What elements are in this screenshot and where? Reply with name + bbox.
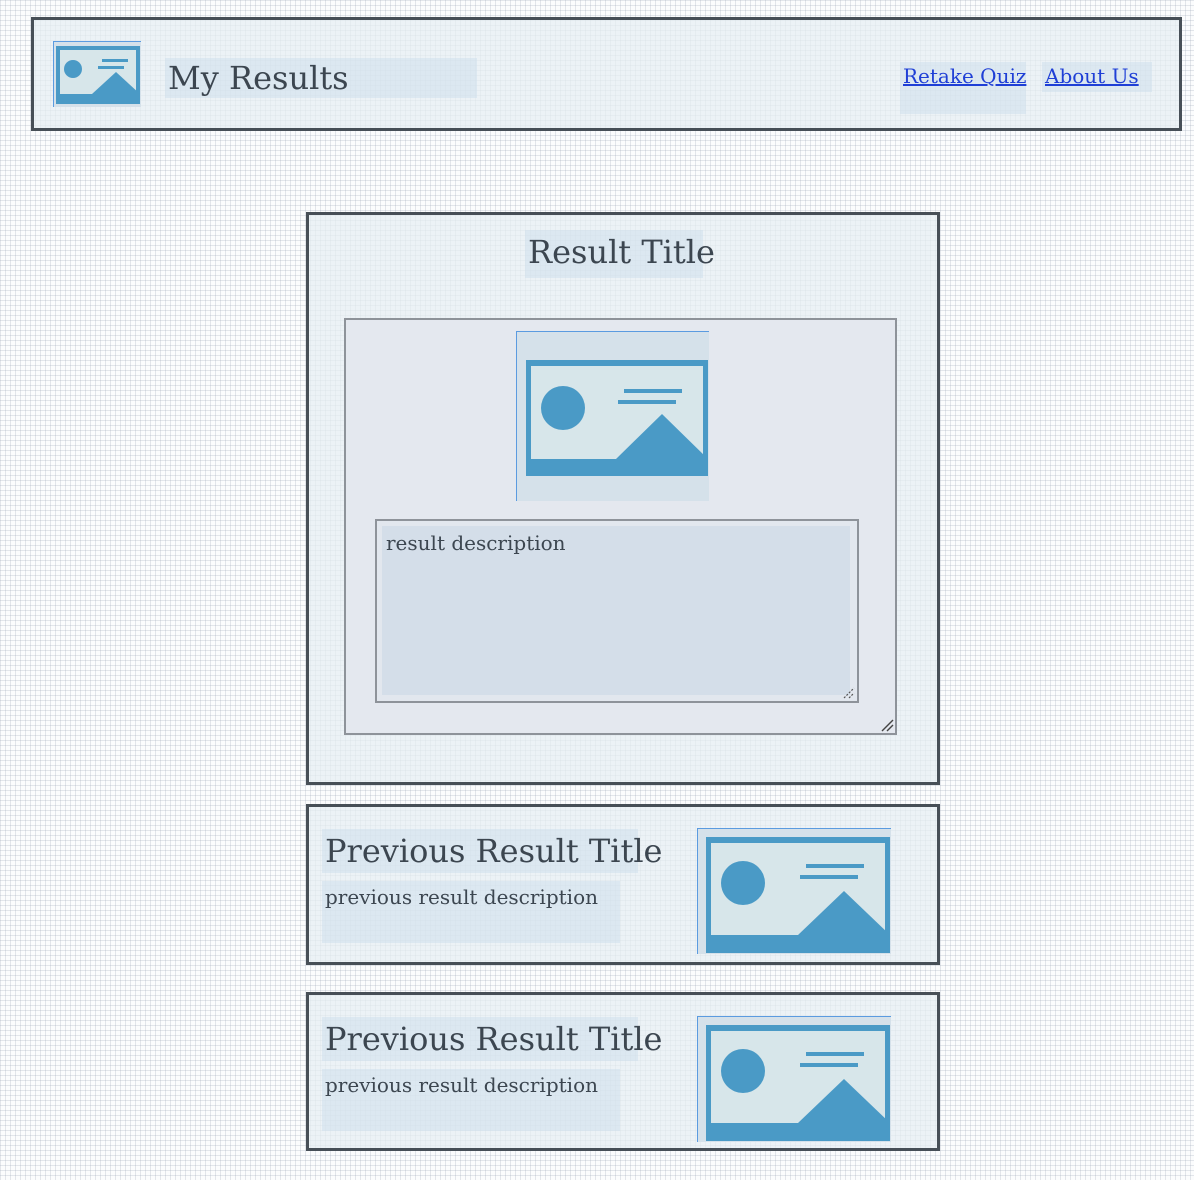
result-description-text: result description xyxy=(386,531,566,555)
logo-image-placeholder xyxy=(53,41,141,107)
panel-resize-handle-icon[interactable] xyxy=(880,718,894,732)
page-title: My Results xyxy=(168,59,349,97)
image-placeholder-icon xyxy=(526,360,708,476)
current-result-card: Result Title result description xyxy=(306,212,940,785)
image-placeholder-icon xyxy=(56,46,140,104)
previous-result-description: previous result description xyxy=(325,885,598,909)
result-image-placeholder xyxy=(516,331,709,501)
previous-result-title: Previous Result Title xyxy=(325,832,663,870)
previous-result-card: Previous Result Title previous result de… xyxy=(306,992,940,1151)
previous-result-card: Previous Result Title previous result de… xyxy=(306,804,940,965)
site-header: My Results Retake Quiz About Us xyxy=(31,17,1182,131)
previous-result-description: previous result description xyxy=(325,1073,598,1097)
result-content-panel: result description xyxy=(344,318,897,735)
previous-result-title: Previous Result Title xyxy=(325,1020,663,1058)
result-title: Result Title xyxy=(528,233,715,271)
previous-result-image-placeholder xyxy=(697,828,891,954)
nav-link-retake-quiz[interactable]: Retake Quiz xyxy=(903,62,1026,90)
previous-result-image-placeholder xyxy=(697,1016,891,1142)
image-placeholder-icon xyxy=(706,837,890,953)
image-placeholder-icon xyxy=(706,1025,890,1141)
nav-link-about-us[interactable]: About Us xyxy=(1045,62,1139,90)
result-description-field[interactable]: result description xyxy=(375,519,859,703)
textarea-resize-handle-icon[interactable] xyxy=(841,685,855,699)
